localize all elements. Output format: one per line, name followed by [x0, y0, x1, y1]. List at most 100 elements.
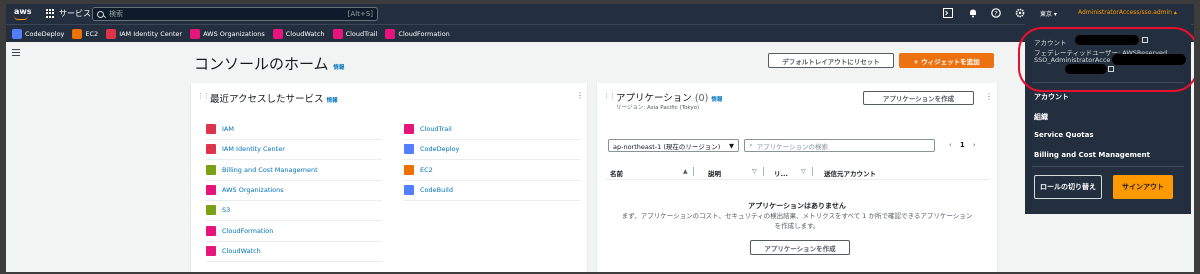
region-selector[interactable]: 東京 ▾ — [1040, 9, 1057, 18]
row-divider — [206, 260, 382, 262]
highlight-annotation — [1018, 27, 1194, 92]
menu-item-billing[interactable]: Billing and Cost Management — [1034, 151, 1150, 159]
account-menu-button[interactable]: AdministratorAccess/sso.admin ▴ — [1078, 9, 1177, 16]
favorite-item[interactable]: CloudTrail — [332, 28, 377, 39]
reset-layout-button[interactable]: デフォルトレイアウトにリセット — [768, 53, 894, 68]
column-region[interactable]: リ... — [774, 168, 788, 178]
applications-region-note: リージョン: Asia Pacific (Tokyo) — [616, 105, 700, 111]
recent-service-link[interactable]: AWS Organizations — [206, 184, 284, 195]
drag-handle-icon[interactable]: ⋮⋮ — [603, 92, 616, 100]
service-icon — [404, 184, 414, 195]
recent-service-link[interactable]: CodeDeploy — [404, 144, 459, 155]
favorite-item[interactable]: CloudFormation — [385, 28, 450, 39]
recent-services-more-icon[interactable]: ⋮ — [576, 91, 584, 100]
services-menu-button[interactable]: サービス — [46, 8, 91, 19]
recent-service-link[interactable]: S3 — [206, 205, 231, 216]
recent-service-link[interactable]: CloudTrail — [404, 124, 452, 134]
favorite-label: CloudFormation — [398, 29, 450, 38]
aws-logo[interactable]: aws — [12, 7, 32, 21]
menu-item-organization[interactable]: 組織 — [1034, 112, 1048, 122]
recent-service-label: CloudFormation — [222, 226, 274, 235]
empty-create-application-button[interactable]: アプリケーションを作成 — [750, 240, 850, 255]
recent-services-info-link[interactable]: 情報 — [327, 98, 338, 104]
recent-service-link[interactable]: EC2 — [404, 164, 433, 175]
row-divider — [206, 139, 382, 140]
empty-state-description-line-2: を作成します。 — [774, 222, 820, 230]
recent-service-link[interactable]: CodeBuild — [404, 184, 453, 195]
sort-icon[interactable]: ▽ — [801, 168, 806, 175]
pagination: ‹ 1 › — [949, 141, 976, 149]
service-icon — [206, 164, 216, 175]
caret-down-icon: ▼ — [729, 141, 734, 150]
sort-icon[interactable]: ▽ — [752, 168, 757, 175]
page-title: コンソールのホーム 情報 — [194, 53, 344, 74]
row-divider — [404, 179, 580, 181]
service-icon — [272, 28, 283, 39]
aws-smile-icon — [14, 16, 28, 20]
service-icon — [206, 144, 216, 155]
recent-service-label: CodeBuild — [420, 185, 453, 194]
cloudshell-icon[interactable] — [942, 8, 954, 20]
drag-handle-icon[interactable]: ⋮⋮ — [197, 92, 210, 100]
recent-service-label: IAM Identity Center — [222, 145, 285, 154]
bell-icon[interactable] — [967, 8, 979, 20]
recent-services-title: 最近アクセスしたサービス 情報 — [210, 91, 338, 105]
help-icon[interactable]: ? — [990, 8, 1002, 20]
recent-service-link[interactable]: Billing and Cost Management — [206, 164, 318, 175]
search-input[interactable]: 検索 [Alt+S] — [92, 7, 378, 21]
top-navigation: aws サービス 検索 [Alt+S] ? 東京 ▾ Administrator… — [6, 4, 1194, 24]
column-description[interactable]: 説明 — [708, 168, 721, 178]
favorite-item[interactable]: CodeDeploy — [12, 28, 64, 39]
service-icon — [404, 164, 414, 175]
empty-state-description-line-1: まず、アプリケーションのコスト、セキュリティの検出結果、メトリクスをすべて 1 … — [621, 212, 973, 220]
recent-service-link[interactable]: IAM Identity Center — [206, 144, 285, 155]
recent-service-label: S3 — [222, 206, 231, 215]
next-page-icon[interactable]: › — [973, 141, 976, 149]
application-search-input[interactable]: ⌕ アプリケーションの検索 — [744, 139, 935, 152]
recent-service-link[interactable]: IAM — [206, 124, 234, 134]
menu-item-account[interactable]: アカウント — [1034, 92, 1069, 102]
current-page[interactable]: 1 — [960, 141, 965, 149]
favorite-label: EC2 — [85, 29, 99, 38]
column-name[interactable]: 名前 — [610, 168, 623, 178]
switch-role-button[interactable]: ロールの切り替え — [1034, 175, 1102, 199]
add-widget-label: + ウィジェットを追加 — [913, 57, 980, 66]
service-icon — [206, 205, 216, 216]
region-filter-select[interactable]: ap-northeast-1 (現在のリージョン) ▼ — [608, 139, 739, 152]
favorite-label: AWS Organizations — [203, 29, 265, 38]
add-widget-button[interactable]: + ウィジェットを追加 — [899, 53, 994, 68]
favorite-item[interactable]: IAM Identity Center — [106, 28, 182, 39]
page-title-text: コンソールのホーム — [194, 55, 329, 73]
sort-asc-icon[interactable]: ▲ — [683, 168, 688, 175]
applications-more-icon[interactable]: ⋮ — [985, 92, 993, 101]
aws-logo-text: aws — [14, 7, 32, 16]
favorite-label: CloudWatch — [285, 29, 325, 38]
create-application-button[interactable]: アプリケーションを作成 — [863, 91, 974, 105]
column-source-account[interactable]: 送信元アカウント — [824, 168, 876, 178]
service-icon — [72, 28, 83, 39]
grid-icon — [46, 9, 55, 18]
empty-state-description: まず、アプリケーションのコスト、セキュリティの検出結果、メトリクスをすべて 1 … — [597, 211, 997, 231]
gear-icon[interactable] — [1014, 8, 1026, 20]
sign-out-button[interactable]: サインアウト — [1113, 175, 1173, 199]
row-divider — [206, 240, 382, 242]
column-separator — [763, 167, 764, 176]
service-icon — [12, 28, 22, 39]
search-shortcut: [Alt+S] — [347, 10, 373, 18]
recent-service-link[interactable]: CloudWatch — [206, 245, 261, 256]
service-icon — [206, 184, 216, 195]
favorite-item[interactable]: CloudWatch — [272, 28, 325, 39]
service-icon — [385, 28, 396, 39]
favorite-item[interactable]: EC2 — [72, 28, 99, 39]
menu-item-service-quotas[interactable]: Service Quotas — [1034, 131, 1094, 139]
create-application-label: アプリケーションを作成 — [882, 95, 955, 103]
prev-page-icon[interactable]: ‹ — [949, 141, 952, 149]
favorite-item[interactable]: AWS Organizations — [190, 28, 265, 39]
menu-icon[interactable] — [12, 49, 20, 56]
service-icon — [190, 28, 201, 39]
recent-service-link[interactable]: CloudFormation — [206, 225, 274, 236]
page-info-link[interactable]: 情報 — [333, 65, 344, 71]
applications-info-link[interactable]: 情報 — [711, 97, 722, 103]
table-header-divider — [605, 179, 989, 180]
sign-out-label: サインアウト — [1122, 183, 1164, 191]
